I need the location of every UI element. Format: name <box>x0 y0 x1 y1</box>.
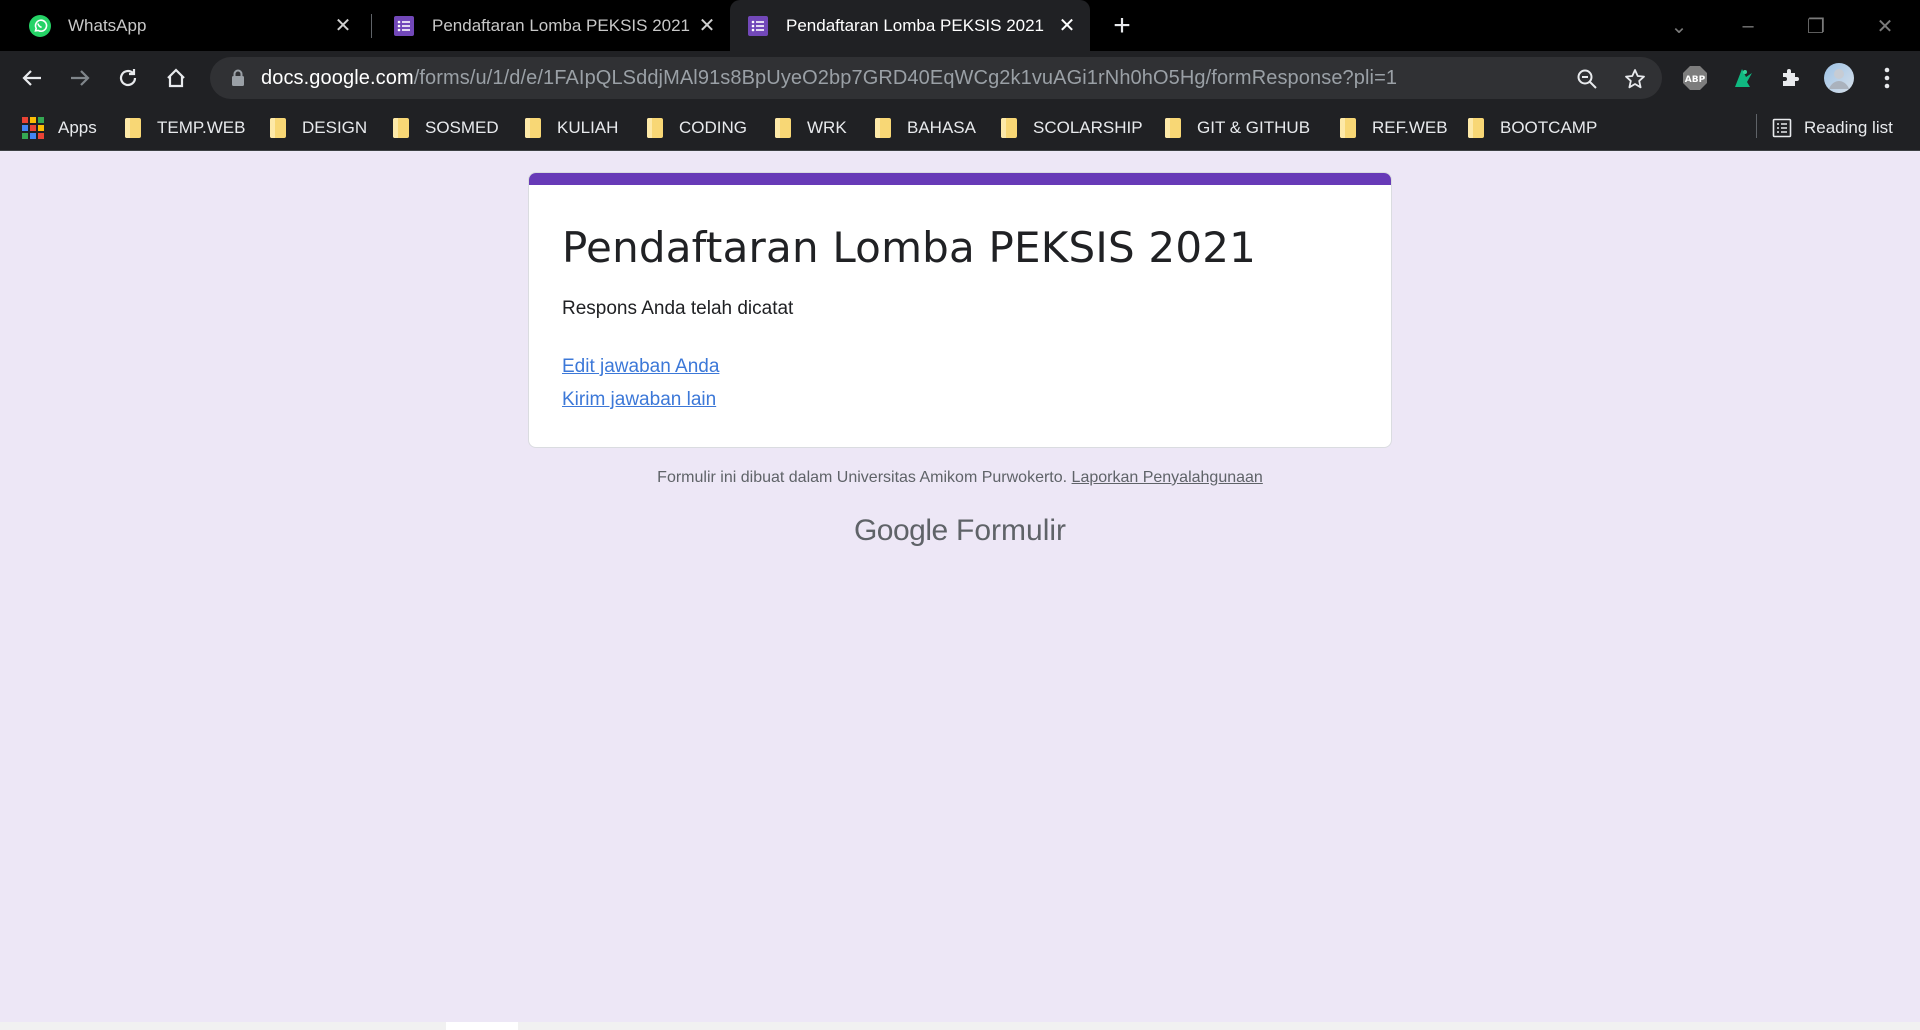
bookmark-folder[interactable]: DESIGN <box>270 105 367 151</box>
bookmark-label: KULIAH <box>557 118 619 137</box>
bookmark-label: REF.WEB <box>1372 118 1448 137</box>
google-forms-logo[interactable]: Google Formulir <box>0 514 1920 548</box>
form-confirmation-card: Pendaftaran Lomba PEKSIS 2021 Respons An… <box>528 172 1392 448</box>
reading-list-label: Reading list <box>1804 118 1893 137</box>
close-window-button[interactable]: ✕ <box>1867 8 1903 44</box>
folder-icon <box>875 118 893 138</box>
tab-title: WhatsApp <box>68 15 147 35</box>
bookmark-label: BAHASA <box>907 118 976 137</box>
bookmark-star-icon[interactable] <box>1621 65 1649 93</box>
bookmark-label: CODING <box>679 118 747 137</box>
reading-list-icon <box>1772 118 1792 138</box>
scrollbar-thumb[interactable] <box>446 1022 518 1030</box>
tab-title: Pendaftaran Lomba PEKSIS 2021 <box>432 15 691 35</box>
bookmark-label: GIT & GITHUB <box>1197 118 1311 137</box>
address-bar[interactable]: docs.google.com/forms/u/1/d/e/1FAIpQLSdd… <box>210 57 1662 99</box>
menu-kebab-icon[interactable] <box>1872 63 1902 93</box>
bookmark-label: Apps <box>58 118 97 137</box>
folder-icon <box>125 118 143 138</box>
submit-another-link[interactable]: Kirim jawaban lain <box>562 389 716 411</box>
back-button[interactable] <box>14 60 50 96</box>
url-text[interactable]: docs.google.com/forms/u/1/d/e/1FAIpQLSdd… <box>261 67 1397 90</box>
form-title: Pendaftaran Lomba PEKSIS 2021 <box>562 223 1257 272</box>
bookmarks-bar: Apps TEMP.WEB DESIGN SOSMED KULIAH CODIN… <box>0 105 1920 151</box>
bookmark-label: TEMP.WEB <box>157 118 246 137</box>
folder-icon <box>1340 118 1358 138</box>
lock-icon[interactable] <box>228 68 248 88</box>
report-abuse-link[interactable]: Laporkan Penyalahgunaan <box>1072 469 1263 486</box>
bookmark-apps[interactable]: Apps <box>22 105 97 151</box>
home-button[interactable] <box>158 60 194 96</box>
edit-response-link[interactable]: Edit jawaban Anda <box>562 356 719 378</box>
reload-button[interactable] <box>110 60 146 96</box>
tab-whatsapp[interactable]: WhatsApp ✕ <box>0 0 366 51</box>
bookmark-folder[interactable]: KULIAH <box>525 105 618 151</box>
adblock-plus-icon[interactable]: ABP <box>1680 63 1710 93</box>
bookmark-folder[interactable]: REF.WEB <box>1340 105 1448 151</box>
profile-avatar[interactable] <box>1822 61 1856 95</box>
zoom-icon[interactable] <box>1573 65 1601 93</box>
bookmark-folder[interactable]: CODING <box>647 105 747 151</box>
bookmark-folder[interactable]: TEMP.WEB <box>125 105 245 151</box>
bookmark-folder[interactable]: SCOLARSHIP <box>1001 105 1143 151</box>
svg-text:ABP: ABP <box>1685 75 1706 85</box>
reading-list-button[interactable]: Reading list <box>1772 105 1893 151</box>
confirmation-message: Respons Anda telah dicatat <box>562 298 794 319</box>
whatsapp-icon <box>28 14 52 38</box>
bookmark-folder[interactable]: WRK <box>775 105 847 151</box>
form-accent-bar <box>529 173 1391 185</box>
bookmark-label: DESIGN <box>302 118 368 137</box>
bookmark-label: BOOTCAMP <box>1500 118 1598 137</box>
green-extension-icon[interactable] <box>1728 63 1758 93</box>
puzzle-icon[interactable] <box>1776 63 1806 93</box>
bookmark-folder[interactable]: BOOTCAMP <box>1468 105 1597 151</box>
bookmark-label: SOSMED <box>425 118 499 137</box>
tab-title: Pendaftaran Lomba PEKSIS 2021 <box>786 15 1045 35</box>
folder-icon <box>393 118 411 138</box>
bookmark-folder[interactable]: BAHASA <box>875 105 976 151</box>
footer-note: Formulir ini dibuat dalam Universitas Am… <box>0 469 1920 487</box>
close-icon[interactable]: ✕ <box>694 13 720 39</box>
close-icon[interactable]: ✕ <box>1054 13 1080 39</box>
bookmark-folder[interactable]: GIT & GITHUB <box>1165 105 1310 151</box>
forward-button[interactable] <box>62 60 98 96</box>
tab-strip: WhatsApp ✕ Pendaftaran Lomba PEKSIS 2021… <box>0 0 1920 51</box>
horizontal-scrollbar[interactable] <box>0 1022 1920 1030</box>
tab-form-active[interactable]: Pendaftaran Lomba PEKSIS 2021 ✕ <box>730 0 1090 51</box>
tab-search-icon[interactable]: ⌄ <box>1661 8 1697 44</box>
minimize-button[interactable]: – <box>1730 8 1766 44</box>
bookmark-folder[interactable]: SOSMED <box>393 105 499 151</box>
browser-toolbar: docs.google.com/forms/u/1/d/e/1FAIpQLSdd… <box>0 51 1920 105</box>
tab-form-1[interactable]: Pendaftaran Lomba PEKSIS 2021 ✕ <box>364 0 730 51</box>
forms-wordmark: Formulir <box>956 514 1067 547</box>
restore-button[interactable]: ❐ <box>1798 8 1834 44</box>
folder-icon <box>270 118 288 138</box>
folder-icon <box>775 118 793 138</box>
google-wordmark: Google <box>853 514 948 547</box>
page-content: Pendaftaran Lomba PEKSIS 2021 Respons An… <box>0 152 1920 1030</box>
apps-grid-icon <box>22 117 44 139</box>
close-icon[interactable]: ✕ <box>330 13 356 39</box>
google-forms-icon <box>392 14 416 38</box>
google-forms-icon <box>746 14 770 38</box>
folder-icon <box>1001 118 1019 138</box>
folder-icon <box>1468 118 1486 138</box>
url-path: /forms/u/1/d/e/1FAIpQLSddjMAl91s8BpUyeO2… <box>413 67 1398 89</box>
bookmarks-separator <box>1756 114 1757 138</box>
bookmark-label: SCOLARSHIP <box>1033 118 1143 137</box>
footer-note-text: Formulir ini dibuat dalam Universitas Am… <box>657 469 1068 486</box>
folder-icon <box>647 118 665 138</box>
new-tab-button[interactable]: + <box>1106 9 1138 42</box>
folder-icon <box>525 118 543 138</box>
url-host: docs.google.com <box>261 67 414 89</box>
bookmark-label: WRK <box>807 118 847 137</box>
folder-icon <box>1165 118 1183 138</box>
